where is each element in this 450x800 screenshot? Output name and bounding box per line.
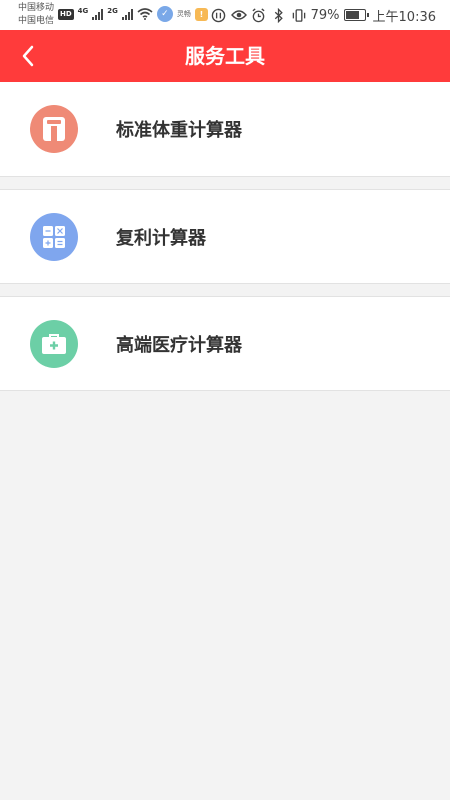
app-icon: ✓	[156, 6, 173, 22]
signal-icon	[121, 8, 133, 20]
status-right-icons: 79% 上午10:36	[211, 4, 436, 26]
status-left-icons: HD 4G 2G ✓ 灵畅 !	[58, 4, 208, 24]
tool-item-standard-weight[interactable]: 标准体重计算器	[0, 82, 450, 177]
battery-icon	[343, 9, 369, 21]
network-type-2: 2G	[107, 6, 118, 15]
data-saver-icon	[211, 7, 227, 23]
tool-label: 高端医疗计算器	[116, 334, 242, 356]
signal-icon	[92, 8, 104, 20]
network-type-1: 4G	[77, 6, 89, 15]
app-header: 服务工具	[0, 30, 450, 82]
status-bar: 中国移动 中国电信 HD 4G 2G ✓ 灵畅 ! 79% 上午10:36	[0, 0, 450, 30]
status-time: 上午10:36	[372, 9, 436, 25]
carrier-2: 中国电信	[18, 16, 55, 26]
tool-list: 标准体重计算器 复利计算器 高端医疗计算器	[0, 82, 450, 391]
battery-percent: 79%	[310, 7, 340, 23]
hd-icon: HD	[58, 8, 74, 20]
tool-item-compound-interest[interactable]: 复利计算器	[0, 189, 450, 284]
tool-item-high-end-medical[interactable]: 高端医疗计算器	[0, 296, 450, 391]
carrier-1: 中国移动	[18, 3, 55, 13]
tool-label: 标准体重计算器	[116, 120, 242, 141]
vibrate-icon	[291, 7, 307, 23]
app-icon: !	[194, 7, 208, 21]
medical-kit-icon	[30, 319, 78, 368]
alarm-icon	[251, 7, 267, 23]
eye-icon	[230, 7, 247, 23]
wifi-icon	[137, 8, 153, 20]
app-label: 灵畅	[176, 10, 191, 18]
tool-label: 复利计算器	[116, 227, 206, 249]
page-title: 服务工具	[185, 44, 265, 68]
scale-icon	[30, 105, 78, 153]
battery-level	[345, 11, 359, 19]
bluetooth-icon	[271, 7, 287, 23]
calculator-icon	[30, 212, 78, 261]
carrier-names: 中国移动 中国电信	[18, 2, 54, 28]
